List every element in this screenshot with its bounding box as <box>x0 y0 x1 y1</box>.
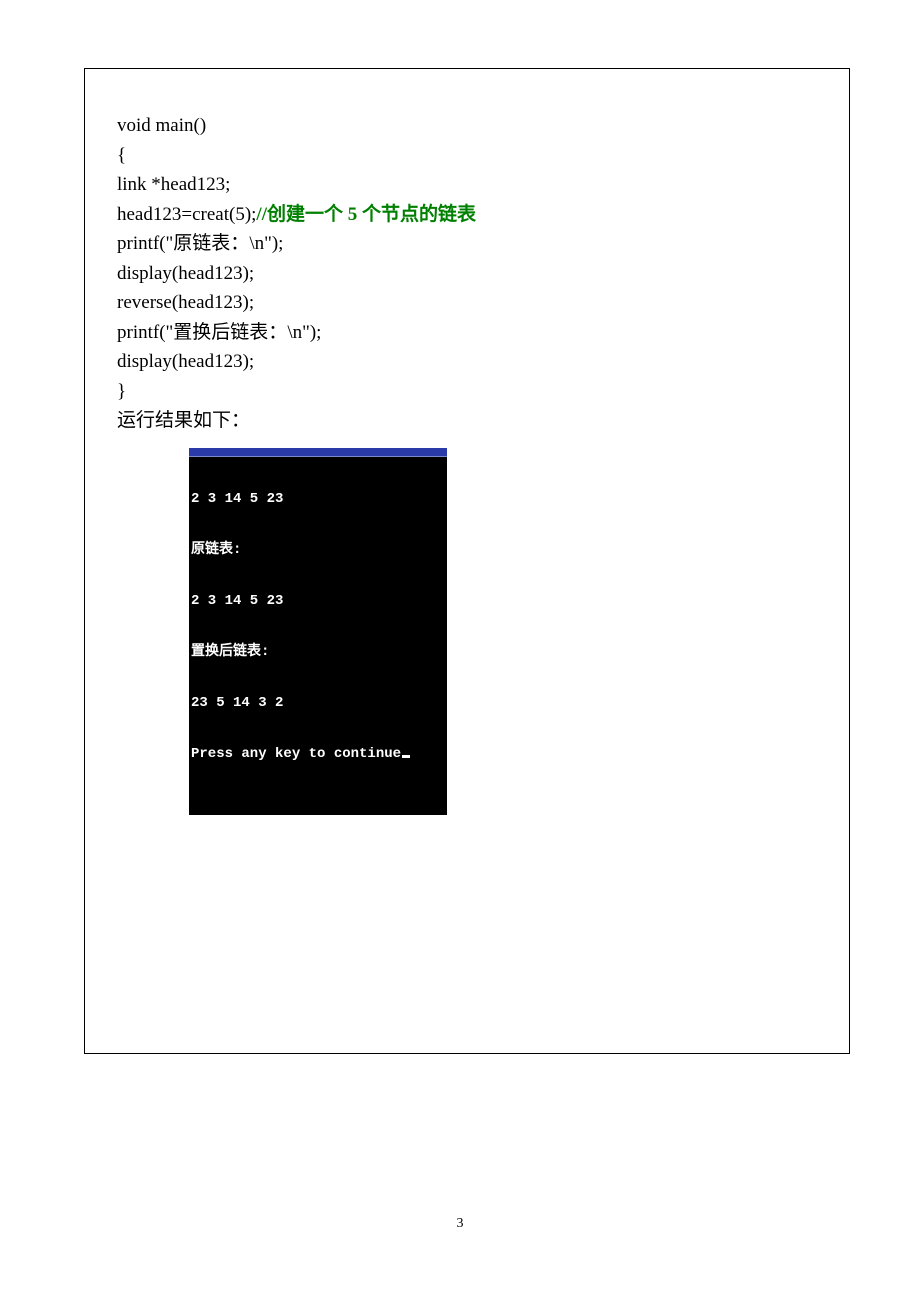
code-text: 置换后链表： <box>173 322 287 343</box>
console-output-wrapper: 2 3 14 5 23 原链表: 2 3 14 5 23 置换后链表: 23 5… <box>117 448 849 815</box>
result-label: 运行结果如下： <box>117 406 849 436</box>
content-frame: void main() { link *head123; head123=cre… <box>84 68 850 1054</box>
console-body: 2 3 14 5 23 原链表: 2 3 14 5 23 置换后链表: 23 5… <box>189 457 447 815</box>
code-line: printf("原链表：\n"); <box>117 229 849 259</box>
code-text: \n"); <box>249 233 283 254</box>
console-line: 23 5 14 3 2 <box>189 695 447 712</box>
code-text: printf(" <box>117 322 173 343</box>
console-output: 2 3 14 5 23 原链表: 2 3 14 5 23 置换后链表: 23 5… <box>189 448 447 815</box>
code-line: display(head123); <box>117 259 849 289</box>
code-line: } <box>117 377 849 407</box>
code-block: void main() { link *head123; head123=cre… <box>85 111 849 815</box>
console-line: Press any key to continue <box>189 746 447 763</box>
code-line: { <box>117 141 849 171</box>
code-line: head123=creat(5);//创建一个 5 个节点的链表 <box>117 200 849 230</box>
console-line: 置换后链表: <box>189 644 447 661</box>
cursor-icon <box>402 755 410 758</box>
console-text: Press any key to continue <box>191 746 401 762</box>
code-line: reverse(head123); <box>117 288 849 318</box>
code-text: 原链表： <box>173 233 249 254</box>
console-titlebar <box>189 448 447 457</box>
code-text: \n"); <box>287 322 321 343</box>
console-line: 原链表: <box>189 542 447 559</box>
code-line: display(head123); <box>117 347 849 377</box>
console-line: 2 3 14 5 23 <box>189 593 447 610</box>
console-line: 2 3 14 5 23 <box>189 491 447 508</box>
code-line: printf("置换后链表：\n"); <box>117 318 849 348</box>
code-text: printf(" <box>117 233 173 254</box>
code-comment: //创建一个 5 个节点的链表 <box>256 204 476 225</box>
code-line: void main() <box>117 111 849 141</box>
code-text: head123=creat(5); <box>117 204 256 225</box>
document-page: void main() { link *head123; head123=cre… <box>0 0 920 1302</box>
page-number: 3 <box>0 1216 920 1232</box>
code-line: link *head123; <box>117 170 849 200</box>
